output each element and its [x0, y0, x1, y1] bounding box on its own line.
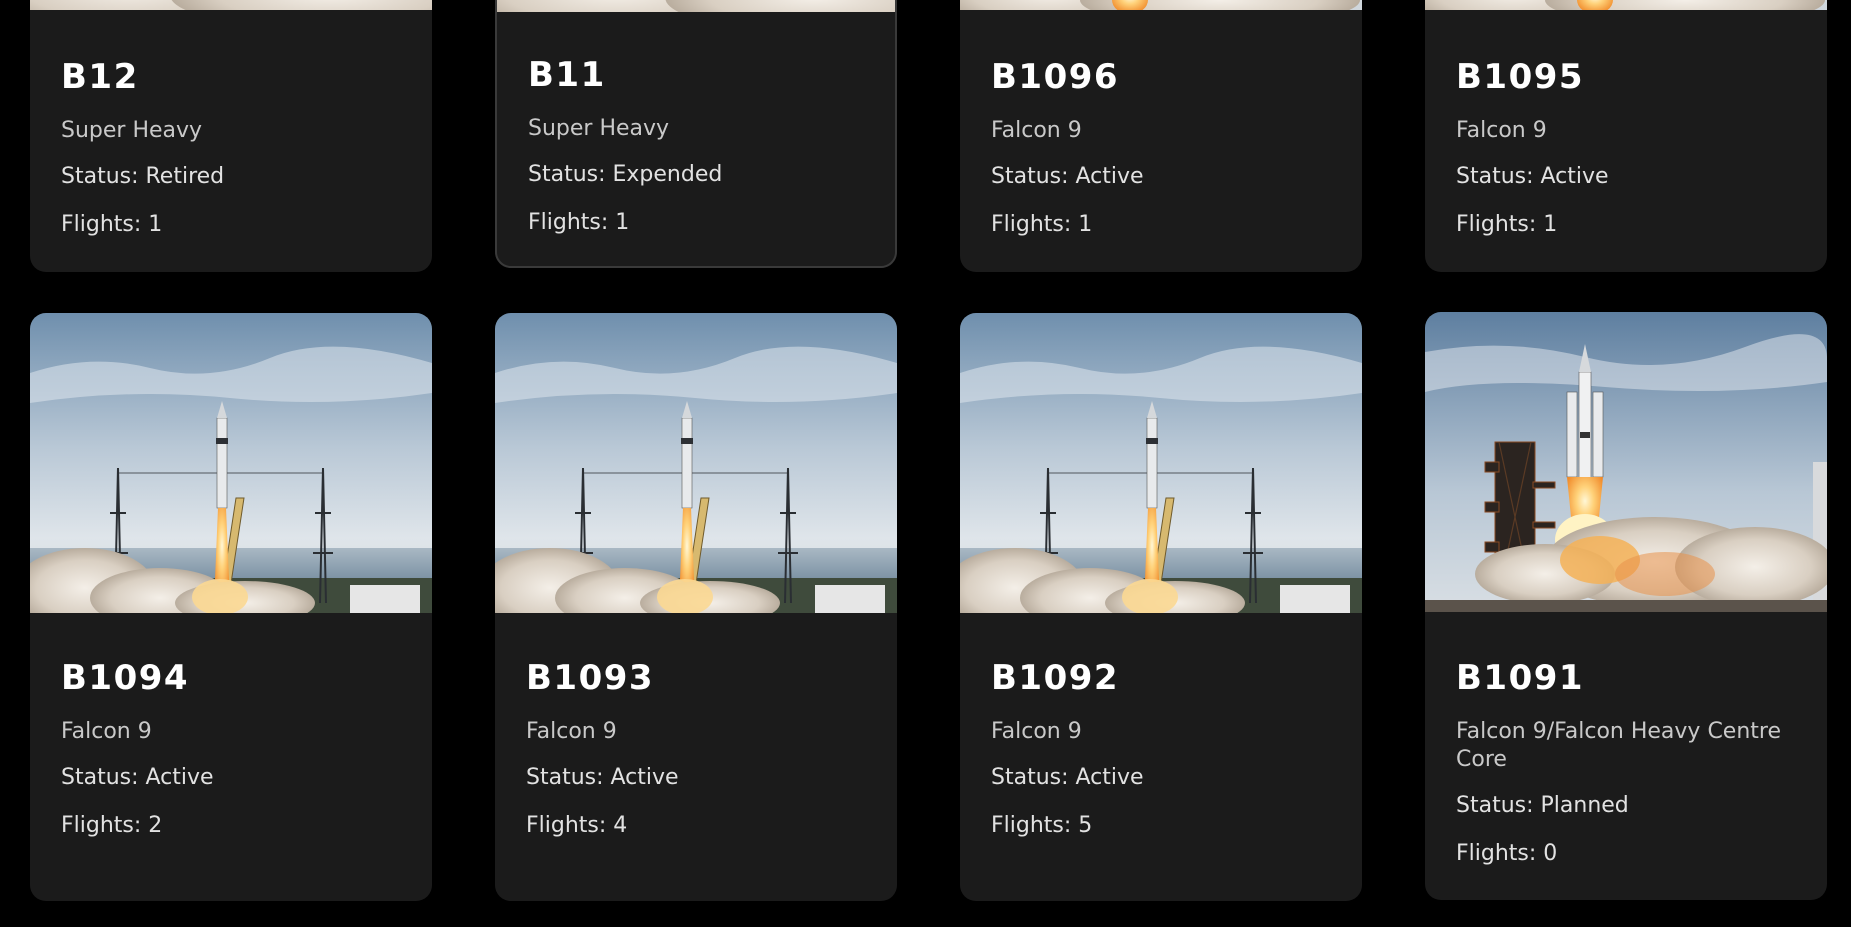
booster-card-b1094[interactable]: B1094 Falcon 9 Status: Active Flights: 2 — [30, 313, 432, 901]
flight-count: Flights: 5 — [991, 813, 1093, 838]
booster-status: Status: Expended — [528, 162, 723, 187]
flight-count: Flights: 1 — [528, 210, 630, 235]
flight-count: Flights: 1 — [61, 212, 163, 237]
flight-count: Flights: 1 — [991, 212, 1093, 237]
booster-card-b1096[interactable]: B1096 Falcon 9 Status: Active Flights: 1 — [960, 0, 1362, 272]
booster-card-b1091[interactable]: B1091 Falcon 9/Falcon Heavy Centre Core … — [1425, 312, 1827, 900]
flight-count: Flights: 4 — [526, 813, 628, 838]
vehicle-type: Falcon 9/Falcon Heavy Centre Core — [1456, 719, 1782, 772]
booster-serial: B1092 — [991, 658, 1120, 698]
booster-status: Status: Retired — [61, 164, 225, 189]
falcon9-launch-photo — [30, 313, 432, 613]
falcon9-launch-photo — [495, 313, 897, 613]
booster-status: Status: Active — [991, 164, 1144, 189]
vehicle-type: Falcon 9 — [991, 118, 1082, 143]
vehicle-type: Super Heavy — [61, 118, 203, 143]
booster-status: Status: Active — [1456, 164, 1609, 189]
falcon9-launch-photo — [1425, 0, 1827, 10]
booster-status: Status: Planned — [1456, 793, 1629, 818]
falcon-heavy-launch-photo — [1425, 312, 1827, 612]
vehicle-type: Falcon 9 — [526, 719, 617, 744]
vehicle-type: Super Heavy — [528, 116, 670, 141]
booster-card-b1093[interactable]: B1093 Falcon 9 Status: Active Flights: 4 — [495, 313, 897, 901]
vehicle-type: Falcon 9 — [991, 719, 1082, 744]
booster-serial: B11 — [528, 55, 606, 95]
booster-serial: B1091 — [1456, 658, 1585, 698]
booster-card-b12[interactable]: B12 Super Heavy Status: Retired Flights:… — [30, 0, 432, 272]
booster-serial: B1096 — [991, 57, 1120, 97]
falcon9-launch-photo — [960, 0, 1362, 10]
flight-count: Flights: 2 — [61, 813, 163, 838]
flight-count: Flights: 1 — [1456, 212, 1558, 237]
launch-photo — [30, 0, 432, 10]
launch-photo — [497, 0, 895, 12]
booster-card-b1095[interactable]: B1095 Falcon 9 Status: Active Flights: 1 — [1425, 0, 1827, 272]
booster-status: Status: Active — [991, 765, 1144, 790]
booster-serial: B1095 — [1456, 57, 1585, 97]
booster-serial: B1094 — [61, 658, 190, 698]
flight-count: Flights: 0 — [1456, 841, 1558, 866]
booster-serial: B12 — [61, 57, 139, 97]
booster-grid: B12 Super Heavy Status: Retired Flights:… — [30, 0, 1830, 927]
booster-card-b11[interactable]: B11 Super Heavy Status: Expended Flights… — [495, 0, 897, 268]
booster-serial: B1093 — [526, 658, 655, 698]
booster-status: Status: Active — [526, 765, 679, 790]
booster-card-b1092[interactable]: B1092 Falcon 9 Status: Active Flights: 5 — [960, 313, 1362, 901]
vehicle-type: Falcon 9 — [61, 719, 152, 744]
falcon9-launch-photo — [960, 313, 1362, 613]
vehicle-type: Falcon 9 — [1456, 118, 1547, 143]
booster-status: Status: Active — [61, 765, 214, 790]
